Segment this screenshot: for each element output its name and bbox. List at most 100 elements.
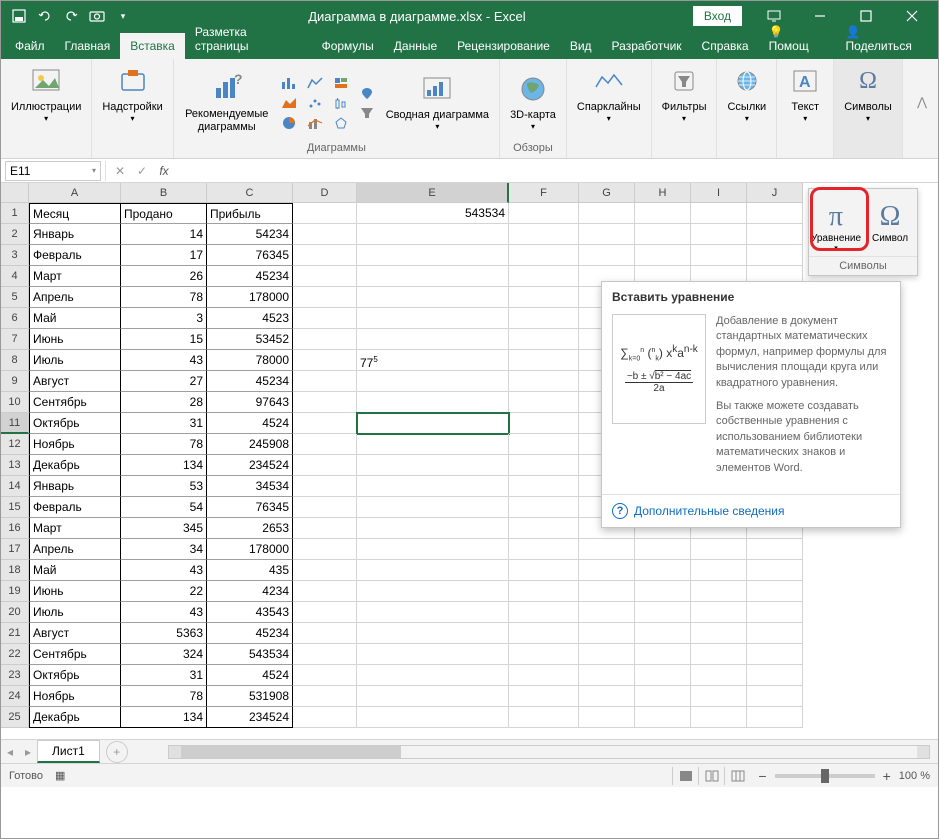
cell[interactable] [357,623,509,644]
horizontal-scrollbar[interactable] [168,745,930,759]
row-header[interactable]: 19 [1,581,29,602]
cell[interactable]: 28 [121,392,207,413]
cell[interactable] [357,224,509,245]
cell[interactable] [635,602,691,623]
cell[interactable] [293,413,357,434]
cell[interactable] [293,707,357,728]
cell[interactable] [293,623,357,644]
cell[interactable] [509,371,579,392]
zoom-out-icon[interactable]: − [758,768,766,784]
cell[interactable]: 178000 [207,539,293,560]
cell[interactable] [635,539,691,560]
cell[interactable] [747,539,803,560]
cell[interactable] [509,413,579,434]
cell[interactable] [747,245,803,266]
cell[interactable]: 3 [121,308,207,329]
cell[interactable]: 53 [121,476,207,497]
cell[interactable] [747,560,803,581]
tab-view[interactable]: Вид [560,33,602,59]
add-sheet-button[interactable]: + [106,741,128,763]
row-header[interactable]: 15 [1,497,29,518]
filters-button[interactable]: Фильтры▾ [658,63,711,126]
cell[interactable] [635,224,691,245]
cell[interactable]: 43543 [207,602,293,623]
row-header[interactable]: 24 [1,686,29,707]
cell[interactable] [691,623,747,644]
cell[interactable] [293,203,357,224]
sheet-nav-next-icon[interactable]: ▸ [19,742,37,762]
row-header[interactable]: 12 [1,434,29,455]
cell[interactable] [293,497,357,518]
cell[interactable] [293,560,357,581]
cell[interactable]: 134 [121,455,207,476]
zoom-slider[interactable] [775,774,875,778]
cell[interactable] [509,623,579,644]
cell[interactable] [509,308,579,329]
cell[interactable]: 54234 [207,224,293,245]
cell[interactable]: Март [29,518,121,539]
cell[interactable] [635,203,691,224]
redo-icon[interactable] [59,4,83,28]
col-header-H[interactable]: H [635,183,691,203]
map-chart-icon[interactable] [356,84,378,102]
cell[interactable] [293,434,357,455]
cell[interactable] [293,392,357,413]
cell[interactable] [509,455,579,476]
cell[interactable]: Март [29,266,121,287]
cell[interactable] [691,644,747,665]
symbols-button[interactable]: ΩСимволы▾ [840,63,896,126]
cell[interactable]: Июль [29,350,121,371]
cell[interactable]: 78 [121,434,207,455]
tab-review[interactable]: Рецензирование [447,33,560,59]
cell[interactable] [509,350,579,371]
cell[interactable]: 45234 [207,371,293,392]
links-button[interactable]: Ссылки▾ [723,63,770,126]
cell[interactable] [747,602,803,623]
cell[interactable]: Апрель [29,287,121,308]
cell[interactable] [357,497,509,518]
cell[interactable] [509,581,579,602]
cell[interactable]: 43 [121,602,207,623]
line-chart-icon[interactable] [304,74,326,92]
col-header-D[interactable]: D [293,183,357,203]
cell[interactable]: 43 [121,560,207,581]
cell[interactable] [747,665,803,686]
row-header[interactable]: 9 [1,371,29,392]
cell[interactable]: 345 [121,518,207,539]
cell[interactable] [357,560,509,581]
area-chart-icon[interactable] [278,94,300,112]
cell[interactable]: 5363 [121,623,207,644]
row-header[interactable]: 8 [1,350,29,371]
cell[interactable]: Сентябрь [29,392,121,413]
page-break-view-icon[interactable] [724,767,750,785]
text-button[interactable]: AТекст▾ [783,63,827,126]
cell[interactable] [691,581,747,602]
cell[interactable] [293,245,357,266]
cell[interactable] [357,644,509,665]
cell[interactable]: 43 [121,350,207,371]
cell[interactable]: Май [29,308,121,329]
recommended-charts-button[interactable]: ?Рекомендуемые диаграммы [180,70,274,134]
illustrations-button[interactable]: Иллюстрации▾ [7,63,85,126]
cell[interactable]: 435 [207,560,293,581]
tab-insert[interactable]: Вставка [120,33,185,59]
cell[interactable] [293,224,357,245]
cell[interactable] [691,245,747,266]
cell[interactable] [357,434,509,455]
row-header[interactable]: 11 [1,413,29,434]
combo-chart-icon[interactable] [304,114,326,132]
undo-icon[interactable] [33,4,57,28]
cell[interactable] [293,308,357,329]
cell[interactable]: 45234 [207,266,293,287]
cell[interactable] [357,539,509,560]
save-icon[interactable] [7,4,31,28]
row-header[interactable]: 14 [1,476,29,497]
cell[interactable]: Декабрь [29,455,121,476]
pivot-chart-button[interactable]: Сводная диаграмма▾ [382,71,493,134]
cell[interactable] [509,476,579,497]
cell[interactable] [509,392,579,413]
cell[interactable]: 134 [121,707,207,728]
cell[interactable] [293,644,357,665]
camera-icon[interactable] [85,4,109,28]
cell[interactable]: 27 [121,371,207,392]
